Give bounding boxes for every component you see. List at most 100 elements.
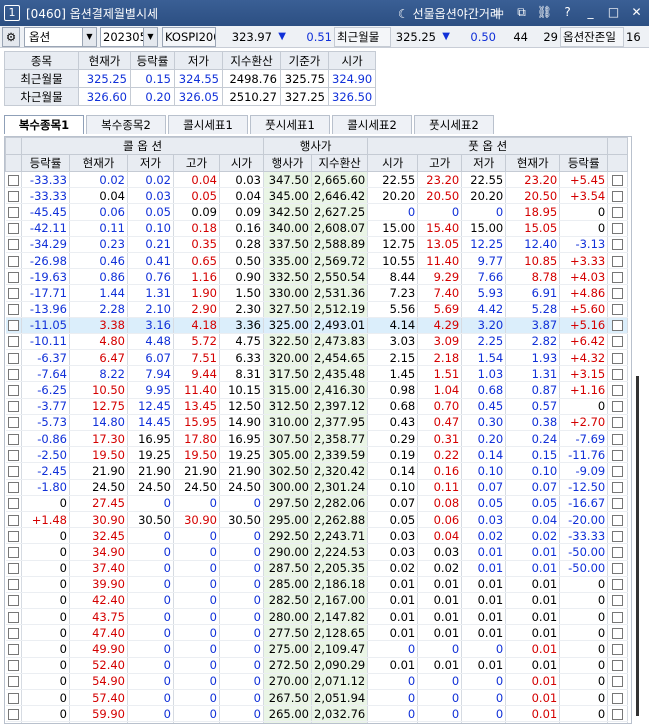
- put-select-checkbox[interactable]: [612, 627, 624, 639]
- restore-icon[interactable]: ⧉: [513, 4, 530, 21]
- table-row[interactable]: 0 49.90 0 0 0 275.00 2,109.47 0 0 0 0.01 0: [5, 640, 629, 658]
- put-select-checkbox[interactable]: [612, 223, 624, 235]
- expiry-month-select[interactable]: 202305 ▼: [100, 27, 158, 47]
- call-select-checkbox[interactable]: [7, 579, 19, 591]
- table-row[interactable]: -26.98 0.46 0.41 0.65 0.50 335.00 2,569.72 10.5…: [5, 252, 629, 270]
- put-select-checkbox[interactable]: [612, 546, 624, 558]
- call-select-checkbox[interactable]: [7, 174, 19, 186]
- put-select-checkbox[interactable]: [612, 255, 624, 267]
- settings-gear-icon[interactable]: ⚙: [2, 27, 20, 47]
- table-row[interactable]: -6.37 6.47 6.07 7.51 6.33 320.00 2,454.65 2.15 2…: [5, 349, 629, 367]
- table-row[interactable]: 0 34.90 0 0 0 290.00 2,224.53 0.03 0.03 0.01 0.01-…: [5, 543, 629, 561]
- night-trading-link[interactable]: ☾ 선물옵션야간거래: [398, 5, 501, 22]
- index-conversion-header[interactable]: 지수환산: [310, 154, 369, 172]
- table-row[interactable]: -34.29 0.23 0.21 0.35 0.28 337.50 2,588.89 12.7…: [5, 236, 629, 253]
- table-row[interactable]: 0 52.40 0 0 0 272.50 2,090.29 0.01 0.01 0.01 0.01 0: [5, 657, 629, 674]
- put-select-checkbox[interactable]: [612, 676, 624, 688]
- table-row[interactable]: -13.96 2.28 2.10 2.90 2.30 327.50 2,512.19 5.56…: [5, 301, 629, 318]
- table-row[interactable]: 0 32.45 0 0 0 292.50 2,243.71 0.03 0.04 0.02 0.02-…: [5, 527, 629, 545]
- put-select-checkbox[interactable]: [612, 644, 624, 656]
- table-row[interactable]: -45.45 0.06 0.05 0.09 0.09 342.50 2,627.25 0 0 0 1…: [5, 203, 629, 221]
- table-row[interactable]: 0 37.40 0 0 0 287.50 2,205.35 0.02 0.02 0.01 0.01-…: [5, 560, 629, 577]
- futures-row-near[interactable]: 최근월물 325.25 0.15 324.55 2498.76 325.75 3…: [4, 69, 377, 88]
- table-row[interactable]: -19.63 0.86 0.76 1.16 0.90 332.50 2,550.54 8.44…: [5, 268, 629, 286]
- put-select-checkbox[interactable]: [612, 417, 624, 429]
- put-select-checkbox[interactable]: [612, 433, 624, 445]
- put-select-checkbox[interactable]: [612, 611, 624, 623]
- call-open-price-header[interactable]: 시가: [219, 154, 264, 172]
- call-select-checkbox[interactable]: [7, 595, 19, 607]
- call-select-checkbox[interactable]: [7, 287, 19, 299]
- table-row[interactable]: 0 42.40 0 0 0 282.50 2,167.00 0.01 0.01 0.01 0.01 0: [5, 592, 629, 610]
- call-select-checkbox[interactable]: [7, 644, 19, 656]
- call-select-checkbox[interactable]: [7, 514, 19, 526]
- put-select-checkbox[interactable]: [612, 579, 624, 591]
- link-icon[interactable]: ⛓: [536, 4, 553, 21]
- table-row[interactable]: -2.50 19.50 19.25 19.50 19.25 305.00 2,339.59 0…: [5, 446, 629, 464]
- scrollbar-thumb[interactable]: [636, 376, 639, 716]
- call-select-checkbox[interactable]: [7, 546, 19, 558]
- tab-put-table-1[interactable]: 풋시세표1: [250, 115, 330, 134]
- table-row[interactable]: -0.86 17.30 16.95 17.80 16.95 307.50 2,358.77 0…: [5, 430, 629, 448]
- futures-row-next[interactable]: 차근월물 326.60 0.20 326.05 2510.27 327.25 3…: [4, 87, 377, 106]
- put-select-checkbox[interactable]: [612, 465, 624, 477]
- table-row[interactable]: 0 57.40 0 0 0 267.50 2,051.94 0 0 0 0.01 0: [5, 689, 629, 707]
- put-select-checkbox[interactable]: [612, 271, 624, 283]
- tab-multi-2[interactable]: 복수종목2: [86, 115, 166, 134]
- call-high-price-header[interactable]: 고가: [173, 154, 220, 172]
- put-select-checkbox[interactable]: [612, 174, 624, 186]
- table-row[interactable]: 0 43.75 0 0 0 280.00 2,147.82 0.01 0.01 0.01 0.01 0: [5, 608, 629, 626]
- table-row[interactable]: -1.80 24.50 24.50 24.50 24.50 300.00 2,301.24 0…: [5, 479, 629, 496]
- call-select-checkbox[interactable]: [7, 530, 19, 542]
- call-select-checkbox[interactable]: [7, 368, 19, 380]
- tab-call-table-2[interactable]: 콜시세표2: [332, 115, 412, 134]
- call-select-checkbox[interactable]: [7, 611, 19, 623]
- layout-icon[interactable]: ▭: [490, 4, 507, 21]
- put-select-checkbox[interactable]: [612, 449, 624, 461]
- put-open-price-header[interactable]: 시가: [367, 154, 419, 172]
- table-row[interactable]: 0 54.90 0 0 0 270.00 2,071.12 0 0 0 0.01 0: [5, 673, 629, 691]
- call-select-checkbox[interactable]: [7, 304, 19, 316]
- table-row[interactable]: +1.48 30.90 30.50 30.90 30.50 295.00 2,262.88 0…: [5, 511, 629, 529]
- call-low-price-header[interactable]: 저가: [127, 154, 174, 172]
- minimize-icon[interactable]: _: [582, 4, 599, 21]
- table-row[interactable]: -17.71 1.44 1.31 1.90 1.50 330.00 2,531.36 7.23…: [5, 284, 629, 302]
- put-select-checkbox[interactable]: [612, 708, 624, 720]
- put-select-checkbox[interactable]: [612, 482, 624, 494]
- call-select-checkbox[interactable]: [7, 563, 19, 575]
- table-row[interactable]: 0 27.45 0 0 0 297.50 2,282.06 0.07 0.08 0.05 0.05-…: [5, 495, 629, 512]
- vertical-scrollbar[interactable]: [633, 136, 649, 724]
- table-row[interactable]: -2.45 21.90 21.90 21.90 21.90 302.50 2,320.42 0…: [5, 462, 629, 480]
- table-row[interactable]: -42.11 0.11 0.10 0.18 0.16 340.00 2,608.07 15.0…: [5, 220, 629, 237]
- put-select-checkbox[interactable]: [612, 660, 624, 672]
- tab-multi-1[interactable]: 복수종목1: [4, 115, 84, 134]
- close-icon[interactable]: ✕: [628, 4, 645, 21]
- put-select-checkbox[interactable]: [612, 352, 624, 364]
- put-change-rate-header[interactable]: 등락률: [559, 154, 609, 172]
- maximize-icon[interactable]: □: [605, 4, 622, 21]
- table-row[interactable]: -33.33 0.02 0.02 0.04 0.03 347.50 2,665.60 22.5…: [5, 171, 629, 189]
- call-change-rate-header[interactable]: 등락률: [21, 154, 70, 172]
- table-row[interactable]: -6.25 10.50 9.95 11.40 10.15 315.00 2,416.30 0.…: [5, 381, 629, 399]
- call-select-checkbox[interactable]: [7, 465, 19, 477]
- put-select-checkbox[interactable]: [612, 692, 624, 704]
- table-row[interactable]: -33.33 0.04 0.03 0.05 0.04 345.00 2,646.42 20.2…: [5, 187, 629, 205]
- call-select-checkbox[interactable]: [7, 320, 19, 332]
- table-row[interactable]: -5.73 14.80 14.45 15.95 14.90 310.00 2,377.95 0…: [5, 414, 629, 432]
- tab-call-table-1[interactable]: 콜시세표1: [168, 115, 248, 134]
- call-select-checkbox[interactable]: [7, 206, 19, 218]
- call-select-checkbox[interactable]: [7, 239, 19, 251]
- put-select-checkbox[interactable]: [612, 514, 624, 526]
- option-type-select[interactable]: 옵션 ▼: [24, 27, 97, 47]
- put-select-checkbox[interactable]: [612, 304, 624, 316]
- call-select-checkbox[interactable]: [7, 401, 19, 413]
- table-row[interactable]: -11.05 3.38 3.16 4.18 3.36 325.00 2,493.01 4.14…: [5, 317, 629, 334]
- strike-price-header[interactable]: 행사가: [263, 154, 312, 172]
- put-low-price-header[interactable]: 저가: [461, 154, 507, 172]
- put-select-checkbox[interactable]: [612, 563, 624, 575]
- put-select-checkbox[interactable]: [612, 336, 624, 348]
- call-select-checkbox[interactable]: [7, 498, 19, 510]
- table-row[interactable]: -7.64 8.22 7.94 9.44 8.31 317.50 2,435.48 1.45 1…: [5, 365, 629, 383]
- call-select-checkbox[interactable]: [7, 271, 19, 283]
- call-select-checkbox[interactable]: [7, 627, 19, 639]
